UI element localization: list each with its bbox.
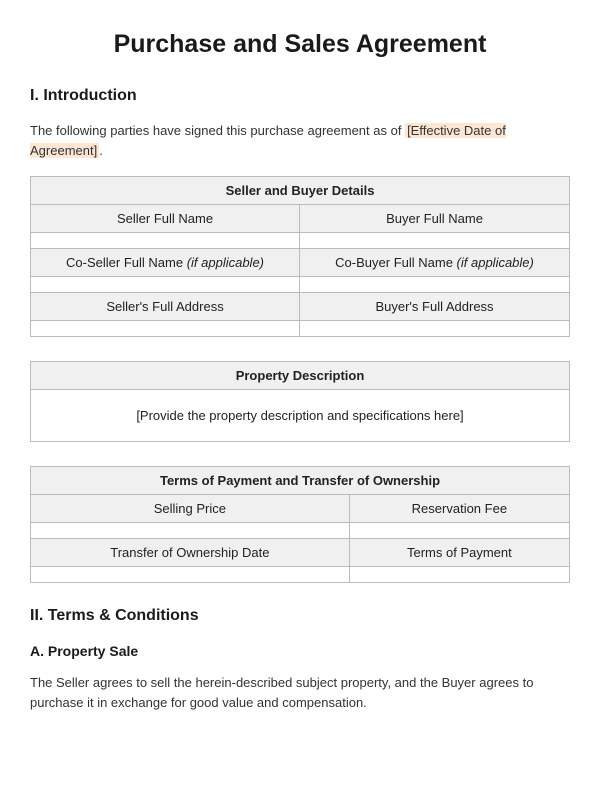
table3-row0-right: Reservation Fee — [349, 495, 569, 523]
table3-row0-left: Selling Price — [31, 495, 350, 523]
buyer-name-value — [300, 233, 570, 249]
property-sale-paragraph: The Seller agrees to sell the herein-des… — [30, 673, 570, 712]
intro-text-post: . — [99, 143, 103, 158]
seller-name-value — [31, 233, 300, 249]
intro-text-pre: The following parties have signed this p… — [30, 123, 405, 138]
reservation-fee-value — [349, 523, 569, 539]
table1-row0-left: Seller Full Name — [31, 205, 300, 233]
table1-row2-right: Buyer's Full Address — [300, 293, 570, 321]
co-buyer-name-value — [300, 277, 570, 293]
table1-title: Seller and Buyer Details — [31, 177, 570, 205]
payment-terms-table: Terms of Payment and Transfer of Ownersh… — [30, 466, 570, 583]
table1-row1-left: Co-Seller Full Name (if applicable) — [31, 249, 300, 277]
section-intro-heading: I. Introduction — [30, 87, 570, 105]
selling-price-value — [31, 523, 350, 539]
table1-row1-right: Co-Buyer Full Name (if applicable) — [300, 249, 570, 277]
table3-title: Terms of Payment and Transfer of Ownersh… — [31, 467, 570, 495]
property-description-placeholder: [Provide the property description and sp… — [31, 390, 570, 442]
section-terms-heading: II. Terms & Conditions — [30, 607, 570, 625]
document-title: Purchase and Sales Agreement — [30, 30, 570, 59]
table1-row2-left: Seller's Full Address — [31, 293, 300, 321]
transfer-date-value — [31, 567, 350, 583]
payment-terms-value — [349, 567, 569, 583]
seller-address-value — [31, 321, 300, 337]
table2-title: Property Description — [31, 362, 570, 390]
seller-buyer-table: Seller and Buyer Details Seller Full Nam… — [30, 176, 570, 337]
buyer-address-value — [300, 321, 570, 337]
property-description-table: Property Description [Provide the proper… — [30, 361, 570, 442]
table3-row1-left: Transfer of Ownership Date — [31, 539, 350, 567]
table3-row1-right: Terms of Payment — [349, 539, 569, 567]
co-seller-name-value — [31, 277, 300, 293]
subsection-property-sale-heading: A. Property Sale — [30, 643, 570, 659]
table1-row0-right: Buyer Full Name — [300, 205, 570, 233]
intro-paragraph: The following parties have signed this p… — [30, 121, 570, 160]
